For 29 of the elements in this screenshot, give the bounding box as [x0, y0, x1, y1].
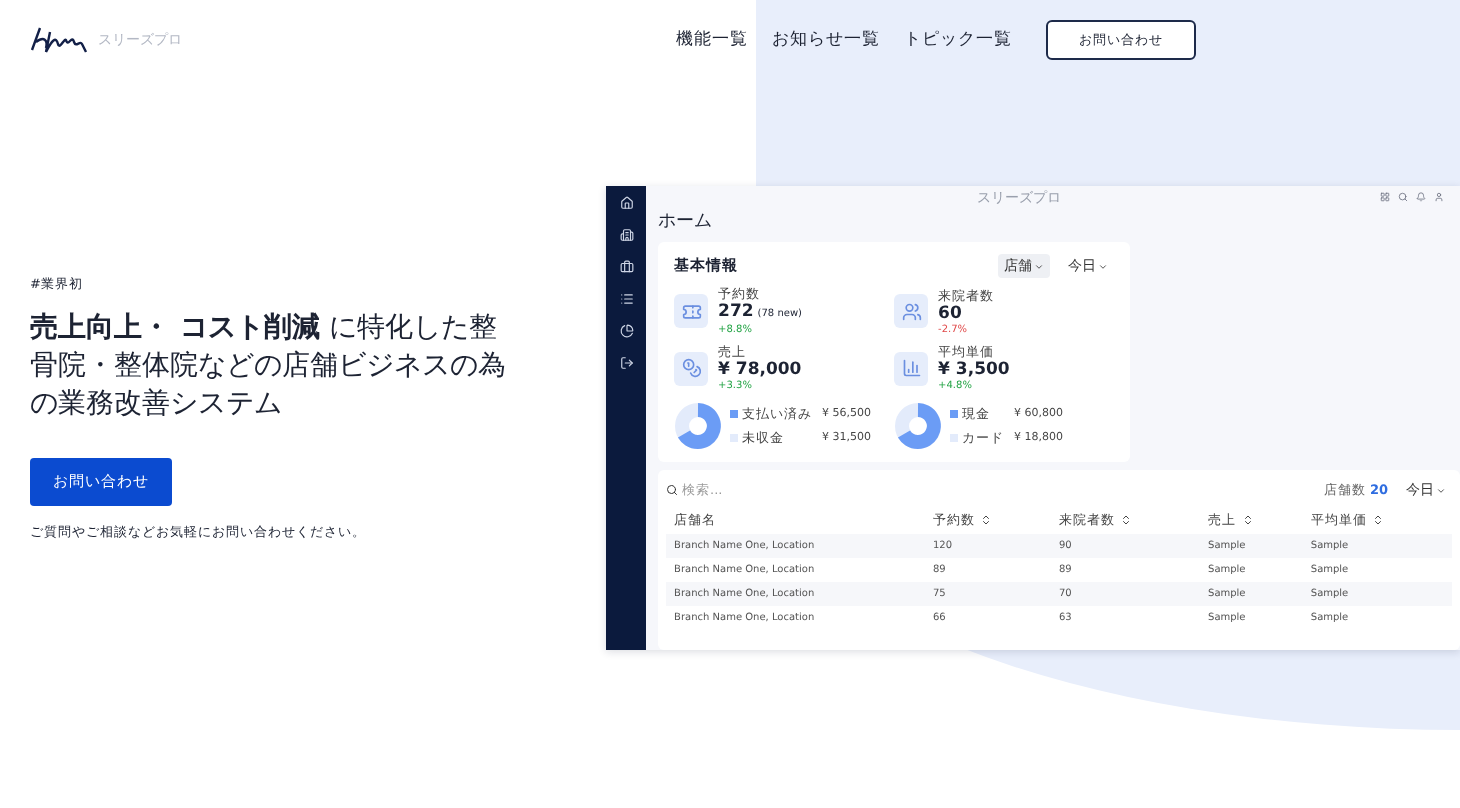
- stat-icon: [674, 294, 709, 328]
- nav-link[interactable]: 機能一覧: [676, 28, 748, 52]
- donut-chart-drawing: [894, 402, 943, 450]
- stat-icon: [674, 351, 709, 385]
- search-icon: [666, 484, 679, 496]
- stat-value: ¥ 3,500: [938, 360, 1010, 380]
- nav-link[interactable]: お知らせ一覧: [772, 28, 880, 52]
- bell-icon[interactable]: [1415, 192, 1426, 202]
- donut-chart-drawing: [674, 402, 723, 450]
- list-icon[interactable]: [619, 292, 634, 306]
- stat-icon: [894, 351, 929, 385]
- building-icon[interactable]: [619, 228, 634, 242]
- hero-headline: 売上向上・ コスト削減 に特化した整骨院・整体院などの店舗ビジネスの為の業務改善システム: [30, 310, 508, 424]
- stat-value: ¥ 78,000: [718, 360, 802, 380]
- caret-icon: [1034, 261, 1045, 271]
- caret-icon: [1436, 485, 1446, 495]
- stat-value: 60: [938, 303, 964, 323]
- logout-icon[interactable]: [619, 356, 634, 370]
- pie-chart-icon[interactable]: [619, 324, 634, 338]
- user-icon[interactable]: [1433, 192, 1444, 202]
- nav-link[interactable]: トピック一覧: [904, 28, 1012, 52]
- home-icon[interactable]: [619, 196, 634, 210]
- signature-logo: [28, 24, 90, 56]
- grid-icon[interactable]: [1379, 192, 1390, 202]
- caret-icon: [1098, 261, 1109, 271]
- search-icon[interactable]: [1397, 192, 1408, 202]
- stat-icon: [894, 294, 929, 328]
- page-title: ホーム: [658, 210, 715, 234]
- briefcase-icon[interactable]: [619, 260, 634, 274]
